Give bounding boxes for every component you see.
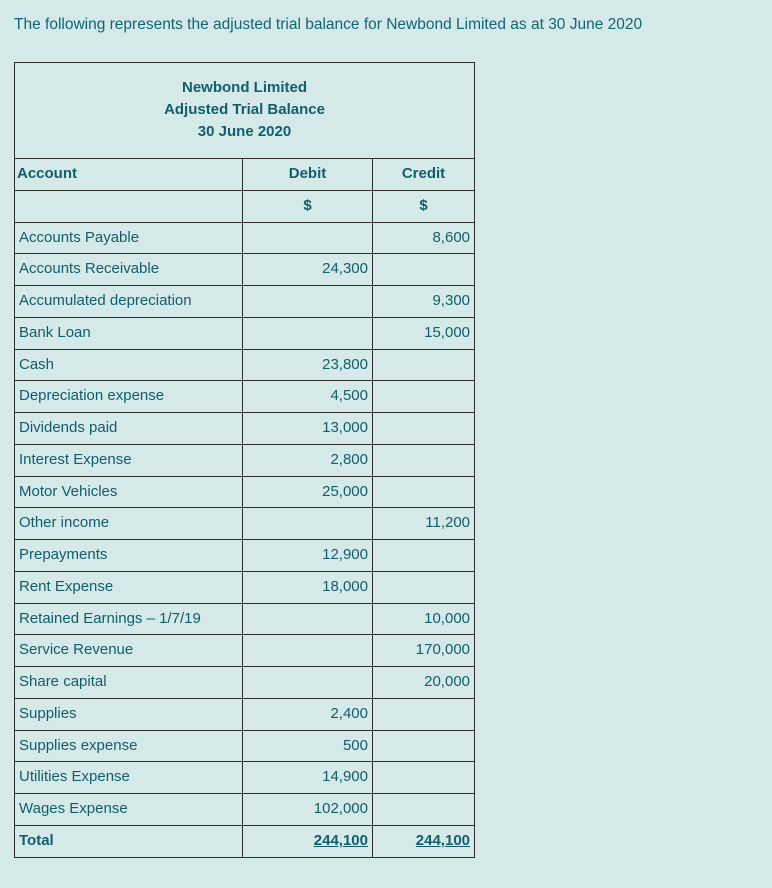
account-cell: Accounts Receivable <box>15 254 243 286</box>
credit-cell <box>373 730 475 762</box>
table-row: Supplies2,400 <box>15 698 475 730</box>
account-cell: Interest Expense <box>15 444 243 476</box>
credit-cell: 15,000 <box>373 317 475 349</box>
credit-cell <box>373 381 475 413</box>
debit-cell: 2,800 <box>243 444 373 476</box>
account-cell: Bank Loan <box>15 317 243 349</box>
credit-cell: 20,000 <box>373 667 475 699</box>
table-row: Utilities Expense14,900 <box>15 762 475 794</box>
credit-cell <box>373 762 475 794</box>
debit-cell: 500 <box>243 730 373 762</box>
credit-cell <box>373 794 475 826</box>
debit-cell <box>243 286 373 318</box>
header-credit: Credit <box>373 159 475 191</box>
credit-cell: 9,300 <box>373 286 475 318</box>
debit-cell: 2,400 <box>243 698 373 730</box>
credit-cell: 10,000 <box>373 603 475 635</box>
account-cell: Prepayments <box>15 540 243 572</box>
credit-cell <box>373 698 475 730</box>
account-cell: Accounts Payable <box>15 222 243 254</box>
trial-balance-table: Newbond Limited Adjusted Trial Balance 3… <box>14 62 475 858</box>
credit-cell <box>373 540 475 572</box>
debit-cell: 18,000 <box>243 571 373 603</box>
credit-cell <box>373 413 475 445</box>
credit-cell <box>373 476 475 508</box>
table-row: Wages Expense102,000 <box>15 794 475 826</box>
debit-cell: 23,800 <box>243 349 373 381</box>
credit-cell: 11,200 <box>373 508 475 540</box>
account-cell: Motor Vehicles <box>15 476 243 508</box>
debit-cell <box>243 603 373 635</box>
credit-cell <box>373 254 475 286</box>
title-line-2: Adjusted Trial Balance <box>19 99 470 121</box>
debit-symbol: $ <box>243 190 373 222</box>
table-row: Prepayments12,900 <box>15 540 475 572</box>
table-row: Other income 11,200 <box>15 508 475 540</box>
debit-cell: 13,000 <box>243 413 373 445</box>
debit-cell <box>243 667 373 699</box>
table-row: Motor Vehicles25,000 <box>15 476 475 508</box>
debit-cell <box>243 635 373 667</box>
debit-cell <box>243 317 373 349</box>
account-cell: Retained Earnings – 1/7/19 <box>15 603 243 635</box>
title-line-3: 30 June 2020 <box>19 121 470 143</box>
table-title: Newbond Limited Adjusted Trial Balance 3… <box>15 63 475 159</box>
total-debit: 244,100 <box>243 825 373 857</box>
table-row: Dividends paid13,000 <box>15 413 475 445</box>
account-cell: Depreciation expense <box>15 381 243 413</box>
account-cell: Supplies expense <box>15 730 243 762</box>
account-cell: Service Revenue <box>15 635 243 667</box>
account-cell: Utilities Expense <box>15 762 243 794</box>
table-row: Accounts Receivable24,300 <box>15 254 475 286</box>
total-row: Total 244,100 244,100 <box>15 825 475 857</box>
account-cell: Other income <box>15 508 243 540</box>
table-row: Bank Loan 15,000 <box>15 317 475 349</box>
title-row: Newbond Limited Adjusted Trial Balance 3… <box>15 63 475 159</box>
debit-cell: 12,900 <box>243 540 373 572</box>
header-account-blank <box>15 190 243 222</box>
header-debit: Debit <box>243 159 373 191</box>
account-cell: Supplies <box>15 698 243 730</box>
symbol-row: $ $ <box>15 190 475 222</box>
credit-cell: 8,600 <box>373 222 475 254</box>
account-cell: Rent Expense <box>15 571 243 603</box>
total-credit: 244,100 <box>373 825 475 857</box>
credit-symbol: $ <box>373 190 475 222</box>
credit-cell: 170,000 <box>373 635 475 667</box>
intro-text: The following represents the adjusted tr… <box>14 16 758 34</box>
table-row: Retained Earnings – 1/7/19 10,000 <box>15 603 475 635</box>
table-row: Cash23,800 <box>15 349 475 381</box>
header-row: Account Debit Credit <box>15 159 475 191</box>
title-line-1: Newbond Limited <box>19 77 470 99</box>
debit-cell: 102,000 <box>243 794 373 826</box>
account-cell: Share capital <box>15 667 243 699</box>
credit-cell <box>373 571 475 603</box>
account-cell: Wages Expense <box>15 794 243 826</box>
total-label: Total <box>15 825 243 857</box>
header-account: Account <box>15 159 243 191</box>
table-row: Depreciation expense4,500 <box>15 381 475 413</box>
credit-cell <box>373 444 475 476</box>
debit-cell: 4,500 <box>243 381 373 413</box>
debit-cell <box>243 508 373 540</box>
debit-cell: 25,000 <box>243 476 373 508</box>
account-cell: Accumulated depreciation <box>15 286 243 318</box>
table-row: Service Revenue 170,000 <box>15 635 475 667</box>
account-cell: Dividends paid <box>15 413 243 445</box>
table-row: Accounts Payable 8,600 <box>15 222 475 254</box>
table-row: Rent Expense18,000 <box>15 571 475 603</box>
debit-cell: 14,900 <box>243 762 373 794</box>
debit-cell: 24,300 <box>243 254 373 286</box>
debit-cell <box>243 222 373 254</box>
table-row: Interest Expense2,800 <box>15 444 475 476</box>
credit-cell <box>373 349 475 381</box>
table-row: Supplies expense500 <box>15 730 475 762</box>
account-cell: Cash <box>15 349 243 381</box>
table-row: Accumulated depreciation 9,300 <box>15 286 475 318</box>
table-row: Share capital 20,000 <box>15 667 475 699</box>
